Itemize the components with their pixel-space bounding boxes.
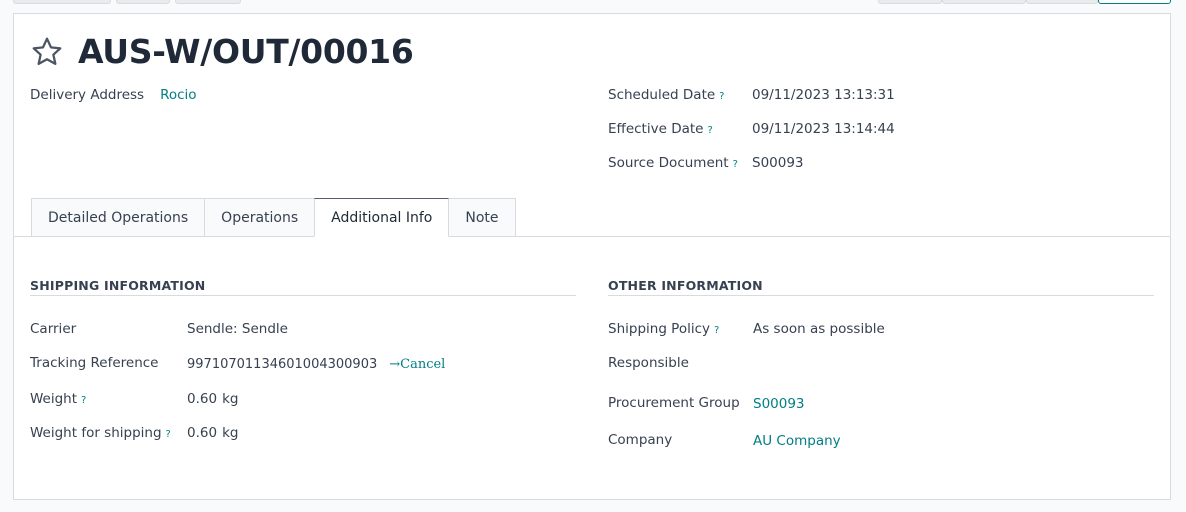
delivery-address-link[interactable]: Rocio [160,87,196,103]
effective-date-value-wrap: 09/11/2023 13:14:44 [752,121,895,137]
source-document-field: Source Document ? [608,155,738,171]
title-row: AUS-W/OUT/00016 [30,32,414,71]
weight-shipping-value[interactable]: 0.60 [187,425,217,441]
carrier-value[interactable]: Sendle: Sendle [187,321,288,337]
shipping-policy-value-wrap: As soon as possible [753,321,885,337]
tracking-field: Tracking Reference [30,355,158,371]
carrier-label: Carrier [30,321,77,337]
scheduled-date-value[interactable]: 09/11/2023 13:13:31 [752,87,895,103]
effective-date-field: Effective Date ? [608,121,713,137]
top-button-1[interactable] [13,0,111,4]
weight-unit: kg [222,391,239,407]
top-button-5[interactable] [942,0,1026,4]
other-section-divider [608,295,1154,296]
form-sheet: AUS-W/OUT/00016 Delivery Address Rocio S… [13,13,1171,500]
procurement-group-field: Procurement Group [608,395,740,411]
tracking-value-wrap: 99710701134601004300903 →Cancel [187,357,445,372]
tab-detailed-operations[interactable]: Detailed Operations [31,198,206,237]
carrier-value-wrap: Sendle: Sendle [187,321,288,337]
company-value-wrap: AU Company [753,433,841,449]
scheduled-date-value-wrap: 09/11/2023 13:13:31 [752,87,895,103]
source-document-value[interactable]: S00093 [752,155,804,171]
tab-note[interactable]: Note [448,198,516,237]
star-outline-icon[interactable] [30,35,64,69]
source-document-label: Source Document [608,155,729,171]
weight-shipping-label: Weight for shipping [30,425,162,441]
responsible-field: Responsible [608,355,689,371]
source-document-value-wrap: S00093 [752,155,804,171]
tab-operations[interactable]: Operations [204,198,316,237]
company-label: Company [608,432,673,448]
company-link[interactable]: AU Company [753,433,841,449]
tab-divider [14,236,1170,237]
shipping-policy-value[interactable]: As soon as possible [753,321,885,337]
other-section-title: OTHER INFORMATION [608,278,763,293]
shipping-policy-field: Shipping Policy ? [608,321,720,337]
weight-value-wrap: 0.60 kg [187,391,238,407]
top-button-6[interactable] [1026,0,1098,4]
scheduled-date-field: Scheduled Date ? [608,87,725,103]
tab-additional-info[interactable]: Additional Info [314,198,450,237]
top-button-2[interactable] [116,0,170,4]
shipping-policy-label: Shipping Policy [608,321,711,337]
top-button-4[interactable] [878,0,942,4]
weight-field: Weight ? [30,391,87,407]
procurement-group-value-wrap: S00093 [753,396,805,412]
tracking-value[interactable]: 99710701134601004300903 [187,357,377,372]
weight-shipping-unit: kg [222,425,239,441]
tracking-label: Tracking Reference [30,355,159,371]
weight-label: Weight [30,391,78,407]
procurement-group-label: Procurement Group [608,395,740,411]
scheduled-date-label: Scheduled Date [608,87,716,103]
delivery-address-label: Delivery Address [30,87,145,103]
procurement-group-link[interactable]: S00093 [753,396,805,412]
weight-value[interactable]: 0.60 [187,391,217,407]
notebook-tabs: Detailed Operations Operations Additiona… [31,198,516,237]
shipping-section-divider [30,295,576,296]
company-field: Company [608,432,672,448]
tracking-cancel-link[interactable]: →Cancel [389,357,445,372]
top-button-7[interactable] [1098,0,1171,4]
top-button-3[interactable] [175,0,241,4]
weight-shipping-value-wrap: 0.60 kg [187,425,238,441]
carrier-field: Carrier [30,321,76,337]
shipping-section-title: SHIPPING INFORMATION [30,278,206,293]
delivery-address-field: Delivery Address Rocio [30,87,197,103]
weight-shipping-field: Weight for shipping ? [30,425,171,441]
responsible-label: Responsible [608,355,689,371]
record-title: AUS-W/OUT/00016 [78,32,414,71]
effective-date-label: Effective Date [608,121,704,137]
effective-date-value: 09/11/2023 13:14:44 [752,121,895,137]
